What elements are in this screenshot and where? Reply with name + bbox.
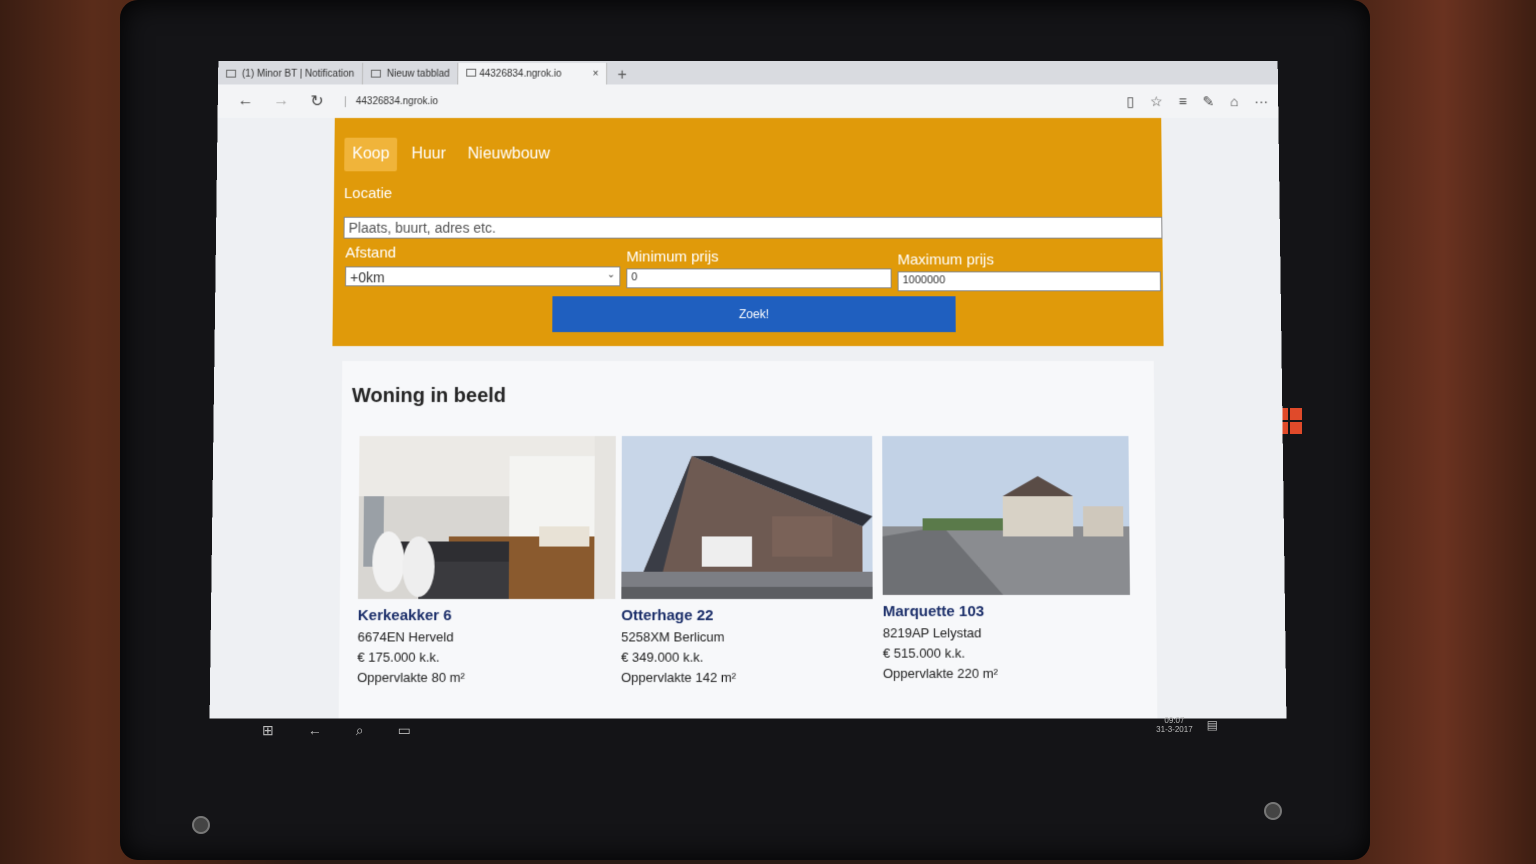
clock-date[interactable]: 31-3-2017: [1156, 725, 1192, 734]
favorite-star-icon[interactable]: ☆: [1150, 93, 1163, 110]
bezel-screw-icon: [1264, 802, 1282, 820]
locatie-input[interactable]: Plaats, buurt, adres etc.: [343, 216, 1163, 239]
bezel-screw-icon: [192, 816, 210, 834]
listing-card[interactable]: Kerkeakker 6 6674EN Herveld € 175.000 k.…: [357, 436, 616, 685]
listing-card[interactable]: Marquette 103 8219AP Lelystad € 515.000 …: [882, 436, 1131, 681]
interior-photo[interactable]: [357, 436, 616, 599]
page-icon: [226, 69, 237, 78]
notification-icon[interactable]: ▤: [1207, 718, 1218, 732]
tab-label: (1) Minor BT | Notification: [241, 68, 355, 80]
page-icon: [370, 69, 381, 78]
search-panel: Koop Huur Nieuwbouw Locatie Plaats, buur…: [332, 117, 1164, 347]
listing-street[interactable]: Otterhage 22: [621, 607, 872, 624]
listing-price: € 349.000 k.k.: [621, 649, 704, 665]
page-content: Koop Huur Nieuwbouw Locatie Plaats, buur…: [210, 117, 1287, 719]
section-title: Woning in beeld: [351, 385, 507, 407]
tab-label: 44326834.ngrok.io: [479, 68, 562, 80]
house-photo[interactable]: [621, 436, 873, 599]
afstand-select[interactable]: +0km ⌄: [345, 266, 621, 287]
listing-street[interactable]: Marquette 103: [883, 603, 1130, 620]
reading-view-icon[interactable]: ▯: [1127, 93, 1135, 110]
search-button[interactable]: Zoek!: [552, 296, 956, 333]
max-price-label: Maximum prijs: [897, 251, 994, 269]
mode-tabs: Koop Huur Nieuwbouw: [344, 137, 558, 172]
tab-nieuwbouw[interactable]: Nieuwbouw: [460, 138, 558, 172]
listing-city: 8219AP Lelystad: [882, 625, 982, 641]
listing-area: Oppervlakte 220 m²: [882, 665, 998, 681]
more-icon[interactable]: ···: [1254, 93, 1268, 110]
new-tab-button[interactable]: +: [607, 67, 636, 85]
start-icon[interactable]: ⊞: [262, 722, 274, 739]
listing-area: Oppervlakte 80 m²: [357, 669, 465, 686]
featured-section: Woning in beeld Kerkeakker 6 6674EN Herv…: [338, 361, 1158, 719]
browser-tab-bar: (1) Minor BT | Notification Nieuw tabbla…: [218, 60, 1278, 85]
taskbar: ⊞ ← ⌕ ▭ 09:07 31-3-2017 ▤: [248, 712, 1232, 748]
street-photo[interactable]: [882, 436, 1130, 595]
listing-street[interactable]: Kerkeakker 6: [358, 607, 616, 624]
browser-tab-active[interactable]: 44326834.ngrok.io ×: [458, 62, 608, 85]
address-bar: ← → ↻ 44326834.ngrok.io ▯ ☆ ≡ ✎ ⌂ ···: [217, 84, 1279, 118]
web-note-icon[interactable]: ✎: [1202, 93, 1214, 110]
min-price-input[interactable]: 0: [626, 268, 892, 289]
page-icon: [466, 68, 477, 77]
listing-price: € 515.000 k.k.: [882, 645, 966, 661]
locatie-label: Locatie: [343, 185, 393, 202]
browser-tab[interactable]: Nieuw tabblad: [362, 62, 459, 85]
afstand-label: Afstand: [345, 244, 397, 262]
forward-button[interactable]: →: [263, 92, 299, 110]
tab-label: Nieuw tabblad: [386, 68, 450, 80]
tab-koop[interactable]: Koop: [344, 137, 398, 172]
listing-price: € 175.000 k.k.: [357, 649, 440, 665]
search-icon[interactable]: ⌕: [356, 722, 364, 739]
listing-card[interactable]: Otterhage 22 5258XM Berlicum € 349.000 k…: [621, 436, 873, 685]
url-field[interactable]: 44326834.ngrok.io: [344, 95, 1127, 107]
back-button[interactable]: ←: [228, 92, 264, 110]
listing-city: 5258XM Berlicum: [621, 629, 725, 645]
afstand-value: +0km: [350, 269, 385, 286]
hub-icon[interactable]: ≡: [1178, 93, 1186, 110]
tab-huur[interactable]: Huur: [403, 138, 454, 172]
tablet-screen: (1) Minor BT | Notification Nieuw tabbla…: [209, 60, 1287, 719]
browser-tab[interactable]: (1) Minor BT | Notification: [218, 62, 364, 85]
share-icon[interactable]: ⌂: [1230, 93, 1239, 110]
listing-city: 6674EN Herveld: [357, 629, 454, 645]
clock-time[interactable]: 09:07: [1164, 716, 1184, 725]
chevron-down-icon: ⌄: [606, 269, 616, 281]
close-tab-icon[interactable]: ×: [593, 68, 599, 79]
task-view-icon[interactable]: ▭: [398, 722, 411, 739]
min-price-label: Minimum prijs: [626, 248, 719, 266]
listing-area: Oppervlakte 142 m²: [621, 669, 737, 686]
back-icon[interactable]: ←: [308, 722, 322, 739]
max-price-input[interactable]: 1000000: [897, 271, 1162, 292]
refresh-button[interactable]: ↻: [299, 91, 335, 111]
